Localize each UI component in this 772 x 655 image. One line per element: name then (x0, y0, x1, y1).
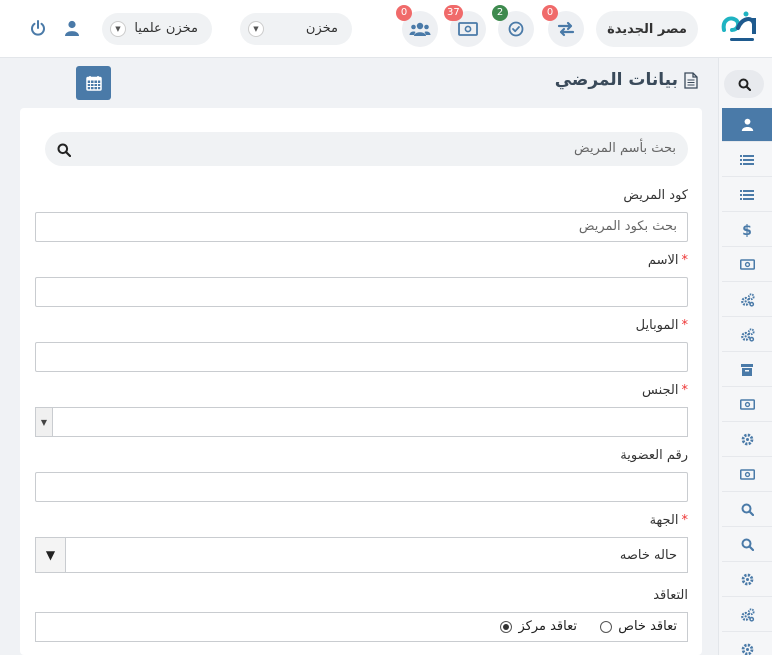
logout-button[interactable] (28, 18, 48, 38)
profile-button[interactable] (62, 18, 82, 38)
gears-icon (740, 607, 755, 622)
mobile-input[interactable] (35, 342, 688, 372)
sidebar-item-list[interactable] (722, 143, 772, 177)
contract-label: التعاقد (653, 588, 688, 603)
chevron-down-icon: ▼ (36, 408, 53, 436)
sidebar-item-gear[interactable] (722, 423, 772, 457)
sidebar-item-dollar[interactable]: $ (722, 213, 772, 247)
approvals-badge: 2 (492, 5, 508, 21)
chevron-down-icon: ▼ (110, 21, 126, 37)
top-header: مصر الجديدة 0 2 37 0 ▼ مخزن ▼ مخزن علميا (0, 0, 772, 58)
patient-code-label: كود المريض (623, 188, 688, 203)
entity-combobox[interactable]: ▼ حاله خاصه (35, 537, 688, 573)
radio-button[interactable] (500, 620, 513, 633)
sidebar-search-button[interactable] (724, 70, 764, 98)
svg-text:$: $ (742, 223, 752, 237)
search-icon (741, 503, 754, 516)
approvals-button[interactable]: 2 (492, 5, 534, 47)
dollar-icon: $ (742, 223, 752, 237)
calendar-button[interactable] (76, 66, 111, 100)
store-select[interactable]: ▼ مخزن (240, 13, 352, 45)
store-select-value: مخزن (305, 21, 338, 36)
users-icon (409, 22, 431, 36)
gender-select[interactable]: ▼ (35, 407, 688, 437)
sidebar-item-gears[interactable] (722, 283, 772, 317)
gender-label: الجنس * (642, 383, 688, 398)
users-badge: 0 (396, 5, 412, 21)
search-icon (738, 78, 751, 91)
users-button[interactable]: 0 (396, 5, 438, 47)
list-icon (740, 189, 754, 201)
user-icon (65, 20, 79, 36)
branch-label: مصر الجديدة (607, 21, 687, 37)
search-icon (57, 142, 72, 161)
name-input[interactable] (35, 277, 688, 307)
scientific-store-select[interactable]: ▼ مخزن علميا (102, 13, 212, 45)
page-title-text: بيانات المرضي (554, 70, 678, 90)
scientific-store-select-value: مخزن علميا (134, 21, 198, 36)
sidebar-item-user[interactable] (722, 108, 772, 142)
transfers-badge: 0 (542, 5, 558, 21)
cash-button[interactable]: 37 (444, 5, 486, 47)
sidebar-item-archive[interactable] (722, 353, 772, 387)
user-icon (741, 118, 754, 131)
sidebar: $ (718, 58, 772, 655)
list-icon (740, 154, 754, 166)
mobile-label: الموبايل * (635, 318, 688, 333)
entity-label: الجهة * (649, 513, 688, 528)
sidebar-item-search[interactable] (722, 493, 772, 527)
app-logo (716, 6, 764, 48)
money-icon (458, 22, 478, 36)
sidebar-item-money[interactable] (722, 458, 772, 492)
sidebar-item-gear[interactable] (722, 563, 772, 597)
money-icon (739, 469, 755, 480)
branch-button[interactable]: مصر الجديدة (596, 11, 698, 47)
sidebar-item-money[interactable] (722, 248, 772, 282)
search-placeholder: بحث بأسم المريض (574, 141, 676, 156)
sidebar-item-gears[interactable] (722, 598, 772, 632)
file-icon (684, 71, 698, 89)
sidebar-item-gears[interactable] (722, 318, 772, 352)
power-icon (31, 20, 45, 36)
page-title: بيانات المرضي (555, 70, 698, 90)
patient-code-input[interactable]: بحث بكود المريض (35, 212, 688, 242)
exchange-icon (557, 21, 575, 37)
money-icon (739, 259, 755, 270)
contract-radio-group: تعاقد خاص تعاقد مركز (35, 612, 688, 642)
radio-button[interactable] (600, 620, 613, 633)
archive-icon (741, 363, 753, 376)
contract-option-center[interactable]: تعاقد مركز (500, 619, 577, 634)
calendar-icon (85, 76, 102, 91)
sidebar-item-search[interactable] (722, 528, 772, 562)
gears-icon (740, 327, 755, 342)
membership-input[interactable] (35, 472, 688, 502)
caret-down-icon[interactable]: ▼ (36, 538, 66, 572)
money-icon (739, 399, 755, 410)
sidebar-item-gear[interactable] (722, 633, 772, 655)
search-icon (741, 538, 754, 551)
entity-value: حاله خاصه (619, 548, 677, 563)
gear-icon (741, 643, 754, 655)
patient-name-search[interactable]: بحث بأسم المريض (45, 132, 688, 166)
cash-badge: 37 (444, 5, 463, 21)
transfers-button[interactable]: 0 (542, 5, 584, 47)
membership-label: رقم العضوية (620, 448, 688, 463)
chevron-down-icon: ▼ (248, 21, 264, 37)
contract-option-private[interactable]: تعاقد خاص (600, 619, 677, 634)
check-circle-icon (508, 21, 524, 37)
gear-icon (741, 573, 754, 586)
name-label: الاسم * (647, 253, 688, 268)
gears-icon (740, 292, 755, 307)
sidebar-item-list[interactable] (722, 178, 772, 212)
gear-icon (741, 433, 754, 446)
sidebar-item-money[interactable] (722, 388, 772, 422)
